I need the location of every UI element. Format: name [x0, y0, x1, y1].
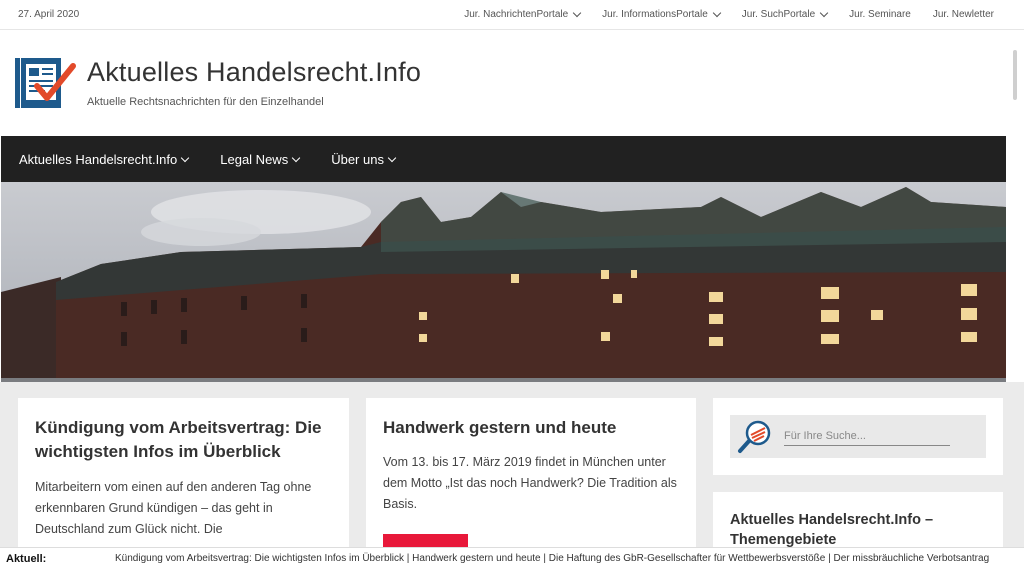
post-excerpt: Vom 13. bis 17. März 2019 findet in Münc… — [383, 455, 677, 511]
search-box — [730, 415, 986, 458]
content-area: Kündigung vom Arbeitsvertrag: Die wichti… — [0, 382, 1024, 552]
main-navigation: Aktuelles Handelsrecht.Info Legal News Ü… — [1, 136, 1006, 182]
chevron-down-icon — [819, 8, 829, 18]
site-title[interactable]: Aktuelles Handelsrecht.Info — [87, 57, 421, 88]
news-ticker: Aktuell: Kündigung vom Arbeitsvertrag: D… — [0, 547, 1024, 569]
nav-item-legal-news[interactable]: Legal News — [220, 152, 301, 167]
post-card: Handwerk gestern und heute Vom 13. bis 1… — [366, 398, 696, 548]
ticker-text[interactable]: Kündigung vom Arbeitsvertrag: Die wichti… — [115, 553, 989, 564]
chevron-down-icon — [712, 8, 722, 18]
search-icon[interactable] — [736, 418, 774, 456]
topnav-item-seminare[interactable]: Jur. Seminare — [849, 9, 911, 20]
nav-item-ueber-uns[interactable]: Über uns — [331, 152, 397, 167]
post-title[interactable]: Handwerk gestern und heute — [383, 416, 679, 440]
post-excerpt: Mitarbeitern vom einen auf den anderen T… — [35, 480, 312, 536]
widget-title: Aktuelles Handelsrecht.Info – Themengebi… — [730, 512, 934, 548]
topnav-item-nachrichtenportale[interactable]: Jur. NachrichtenPortale — [464, 8, 582, 20]
top-bar: 27. April 2020 Jur. NachrichtenPortale J… — [0, 0, 1024, 30]
site-description: Aktuelle Rechtsnachrichten für den Einze… — [87, 96, 324, 108]
ticker-label: Aktuell: — [6, 552, 47, 565]
logo-document-check-icon[interactable] — [15, 56, 77, 110]
post-title[interactable]: Kündigung vom Arbeitsvertrag: Die wichti… — [35, 416, 332, 464]
hero-image — [1, 182, 1006, 382]
chevron-down-icon — [181, 153, 190, 162]
post-card: Kündigung vom Arbeitsvertrag: Die wichti… — [18, 398, 349, 548]
search-widget — [713, 398, 1003, 475]
current-date: 27. April 2020 — [18, 9, 80, 20]
chevron-down-icon — [387, 153, 397, 162]
topics-widget: Aktuelles Handelsrecht.Info – Themengebi… — [713, 492, 1003, 552]
search-input[interactable] — [784, 426, 950, 446]
topnav-item-informationsportale[interactable]: Jur. InformationsPortale — [602, 8, 722, 20]
read-more-button[interactable] — [383, 534, 468, 548]
chevron-down-icon — [572, 8, 582, 18]
topnav-item-suchportale[interactable]: Jur. SuchPortale — [742, 8, 829, 20]
scrollbar[interactable] — [1006, 30, 1024, 136]
nav-item-aktuelles[interactable]: Aktuelles Handelsrecht.Info — [19, 152, 190, 167]
chevron-down-icon — [291, 153, 301, 162]
topnav-item-newletter[interactable]: Jur. Newletter — [933, 9, 994, 20]
site-header: Aktuelles Handelsrecht.Info Aktuelle Rec… — [0, 30, 1024, 136]
top-navigation: Jur. NachrichtenPortale Jur. Information… — [464, 8, 994, 20]
